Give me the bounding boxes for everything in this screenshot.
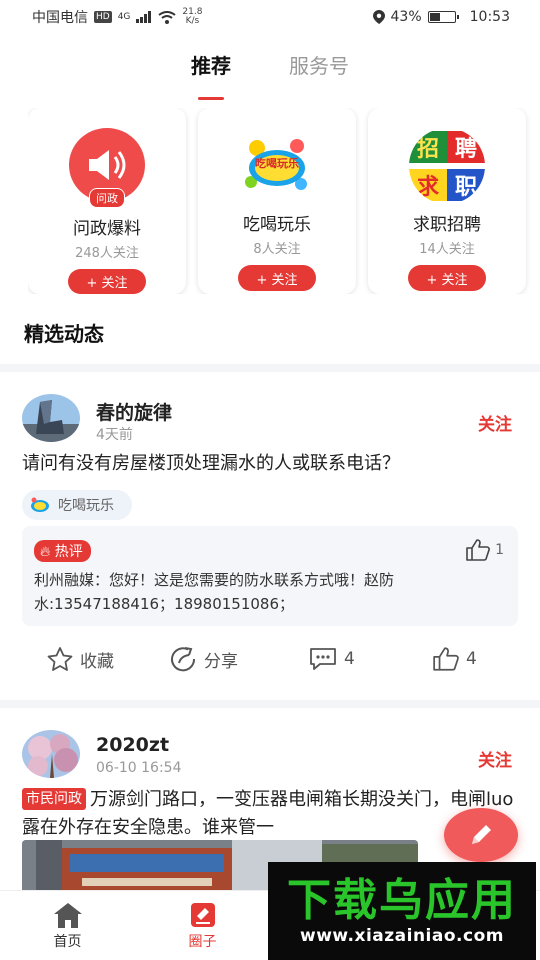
watermark: 下载乌应用 www.xiazainiao.com [268,862,536,960]
nav-circle[interactable]: 圈子 [135,891,270,960]
service-title: 问政爆料 [73,218,141,239]
network-speed: 21.8 K/s [182,7,203,26]
battery-icon [427,11,459,23]
post-author[interactable]: 春的旋律 [96,398,172,425]
comment-icon [310,648,336,670]
location-icon [372,10,385,24]
follow-button[interactable]: + 关注 [68,268,146,294]
thumb-up-icon [466,539,490,561]
top-tabs: 推荐 服务号 [0,50,540,90]
section-title: 精选动态 [24,322,104,346]
post-card: 春的旋律 4天前 关注 请问有没有房屋楼顶处理漏水的人或联系电话？ 吃喝玩乐 🔥… [0,372,540,700]
pencil-icon [472,825,491,844]
hot-comment-like[interactable]: 1 [465,538,504,562]
service-card-food[interactable]: 吃喝玩乐 吃喝玩乐 8人关注 + 关注 [198,108,356,294]
post-author[interactable]: 2020zt [96,734,169,756]
signal-icon [136,11,152,23]
compose-button[interactable] [444,808,518,862]
share-button[interactable]: 分享 [170,646,238,672]
food-fun-icon [31,497,49,512]
home-icon [53,903,82,928]
like-button[interactable]: 4 [432,646,477,672]
circle-icon [190,903,215,927]
status-bar: 中国电信 HD 4G 21.8 K/s 43% 10:53 [0,0,540,34]
wenzheng-tag: 问政 [89,187,125,208]
follow-link[interactable]: 关注 [478,410,512,435]
follow-button[interactable]: + 关注 [238,265,316,291]
hot-comment[interactable]: 🔥︎ 热评 1 利州融媒：您好！这是您需要的防水联系方式哦！赵防水:135471… [22,526,518,626]
hd-badge: HD [94,11,112,23]
carrier-label: 中国电信 [32,10,88,26]
network-type: 4G [117,12,131,22]
divider [0,700,540,708]
megaphone-icon: 问政 [69,128,145,208]
post-time: 4天前 [96,427,133,443]
divider [0,364,540,372]
service-followers: 248人关注 [75,245,139,261]
follow-button[interactable]: + 关注 [408,265,486,291]
post-actions: 收藏 分享 4 4 [0,646,540,682]
post-text[interactable]: 请问有没有房屋楼顶处理漏水的人或联系电话？ [22,450,520,478]
category-tag[interactable]: 吃喝玩乐 [22,490,132,520]
star-icon [47,647,73,671]
wifi-icon [158,10,177,24]
service-cards: 问政 问政爆料 248人关注 + 关注 吃喝玩乐 吃喝玩乐 8人关注 + 关注 … [28,108,540,294]
service-followers: 8人关注 [253,242,301,257]
hot-comment-text: 利州融媒：您好！这是您需要的防水联系方式哦！赵防水:13547188416；18… [34,571,395,613]
clock: 10:53 [469,9,510,25]
follow-link[interactable]: 关注 [478,746,512,771]
collect-button[interactable]: 收藏 [46,646,114,672]
service-title: 吃喝玩乐 [243,215,311,235]
avatar[interactable] [22,730,80,778]
post-time: 06-10 16:54 [96,760,182,776]
service-card-recruit[interactable]: 招 聘 求 职 求职招聘 14人关注 + 关注 [368,108,526,294]
share-icon [171,647,196,672]
flame-icon: 🔥︎ [40,544,51,560]
watermark-title: 下载乌应用 [287,875,517,926]
service-title: 求职招聘 [413,215,481,235]
battery-percent: 43% [390,9,422,25]
recruit-logo: 招 聘 求 职 [409,128,485,204]
service-followers: 14人关注 [419,242,475,257]
food-logo-text: 吃喝玩乐 [255,157,299,170]
avatar[interactable] [22,394,80,442]
tab-service-accounts[interactable]: 服务号 [289,50,349,90]
thumb-up-icon [433,647,459,671]
comment-button[interactable]: 4 [308,646,355,672]
watermark-url: www.xiazainiao.com [300,926,504,946]
nav-home[interactable]: 首页 [0,891,135,960]
tab-recommend[interactable]: 推荐 [191,50,231,90]
citizen-inquiry-badge: 市民问政 [22,788,86,810]
hot-badge: 🔥︎ 热评 [34,540,91,562]
hot-comment-author: 利州融媒： [34,571,110,589]
service-card-wenzheng[interactable]: 问政 问政爆料 248人关注 + 关注 [28,108,186,294]
food-fun-logo: 吃喝玩乐 [239,128,315,204]
category-label: 吃喝玩乐 [58,498,114,514]
